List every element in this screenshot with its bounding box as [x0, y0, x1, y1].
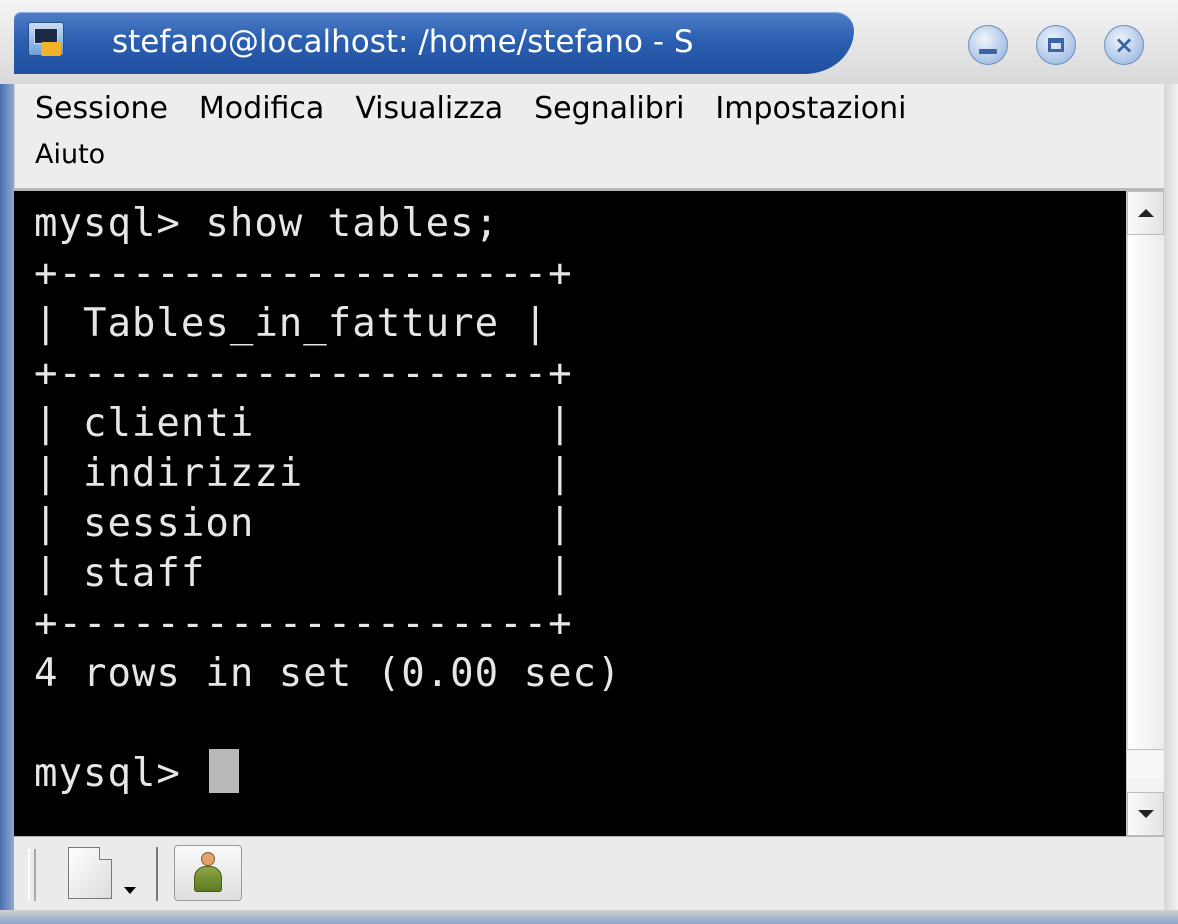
terminal-line-8: | staff | [34, 551, 573, 596]
new-document-icon [68, 847, 112, 899]
maximize-icon [1048, 38, 1064, 52]
terminal-line-3: | Tables_in_fatture | [34, 301, 549, 346]
arrow-down-icon [1137, 810, 1154, 818]
maximize-button[interactable] [1036, 25, 1076, 65]
window-border-right [1164, 84, 1178, 910]
toolbar-grip[interactable] [28, 849, 36, 901]
menu-segnalibri[interactable]: Segnalibri [534, 86, 715, 132]
terminal-output[interactable]: mysql> show tables; +-------------------… [14, 191, 1126, 836]
menu-sessione[interactable]: Sessione [35, 86, 199, 132]
terminal-line-6: | indirizzi | [34, 451, 573, 496]
terminal-prompt-line: mysql> [34, 749, 240, 799]
menu-row-1: Sessione Modifica Visualizza Segnalibri … [35, 86, 937, 132]
title-bar[interactable]: stefano@localhost: /home/stefano - S × [0, 0, 1178, 84]
user-icon-head [201, 852, 215, 866]
terminal-line-7: | session | [34, 501, 573, 546]
terminal-line-2: +--------------------+ [34, 251, 573, 296]
window-title: stefano@localhost: /home/stefano - S [112, 24, 694, 60]
close-button[interactable]: × [1104, 25, 1144, 65]
scrollbar-thumb[interactable] [1127, 749, 1164, 779]
minimize-button[interactable] [968, 25, 1008, 65]
menu-aiuto[interactable]: Aiuto [35, 134, 136, 176]
close-icon: × [1113, 31, 1135, 59]
arrow-up-icon [1137, 209, 1154, 217]
toolbar-separator [156, 847, 158, 901]
menu-modifica[interactable]: Modifica [199, 86, 355, 132]
menu-row-2: Aiuto [35, 134, 136, 176]
user-icon [191, 852, 225, 894]
terminal-line-4: +--------------------+ [34, 351, 573, 396]
minimize-icon [979, 48, 997, 54]
terminal-line-1: mysql> show tables; [34, 201, 500, 246]
scrollbar-track[interactable] [1127, 235, 1164, 749]
menu-visualizza[interactable]: Visualizza [355, 86, 534, 132]
konsole-window: stefano@localhost: /home/stefano - S × S… [0, 0, 1178, 924]
scroll-down-button[interactable] [1127, 792, 1164, 836]
session-tab[interactable] [174, 845, 242, 901]
scroll-up-button[interactable] [1127, 191, 1164, 235]
user-icon-body [194, 866, 222, 892]
menu-impostazioni[interactable]: Impostazioni [715, 86, 937, 132]
menu-bar: Sessione Modifica Visualizza Segnalibri … [14, 84, 1164, 188]
text-cursor [209, 749, 240, 793]
terminal-line-5: | clienti | [34, 401, 573, 446]
terminal-prompt: mysql> [34, 751, 206, 796]
terminal-app-icon[interactable] [28, 22, 64, 56]
terminal-line-10: 4 rows in set (0.00 sec) [34, 651, 622, 696]
session-tab-bar [14, 836, 1164, 910]
chevron-down-icon [124, 887, 136, 894]
vertical-scrollbar[interactable] [1126, 191, 1164, 836]
terminal-line-9: +--------------------+ [34, 601, 573, 646]
new-session-button[interactable] [54, 843, 158, 903]
window-border-left [0, 84, 14, 910]
window-border-bottom [0, 910, 1178, 924]
terminal-frame: mysql> show tables; +-------------------… [14, 188, 1164, 836]
